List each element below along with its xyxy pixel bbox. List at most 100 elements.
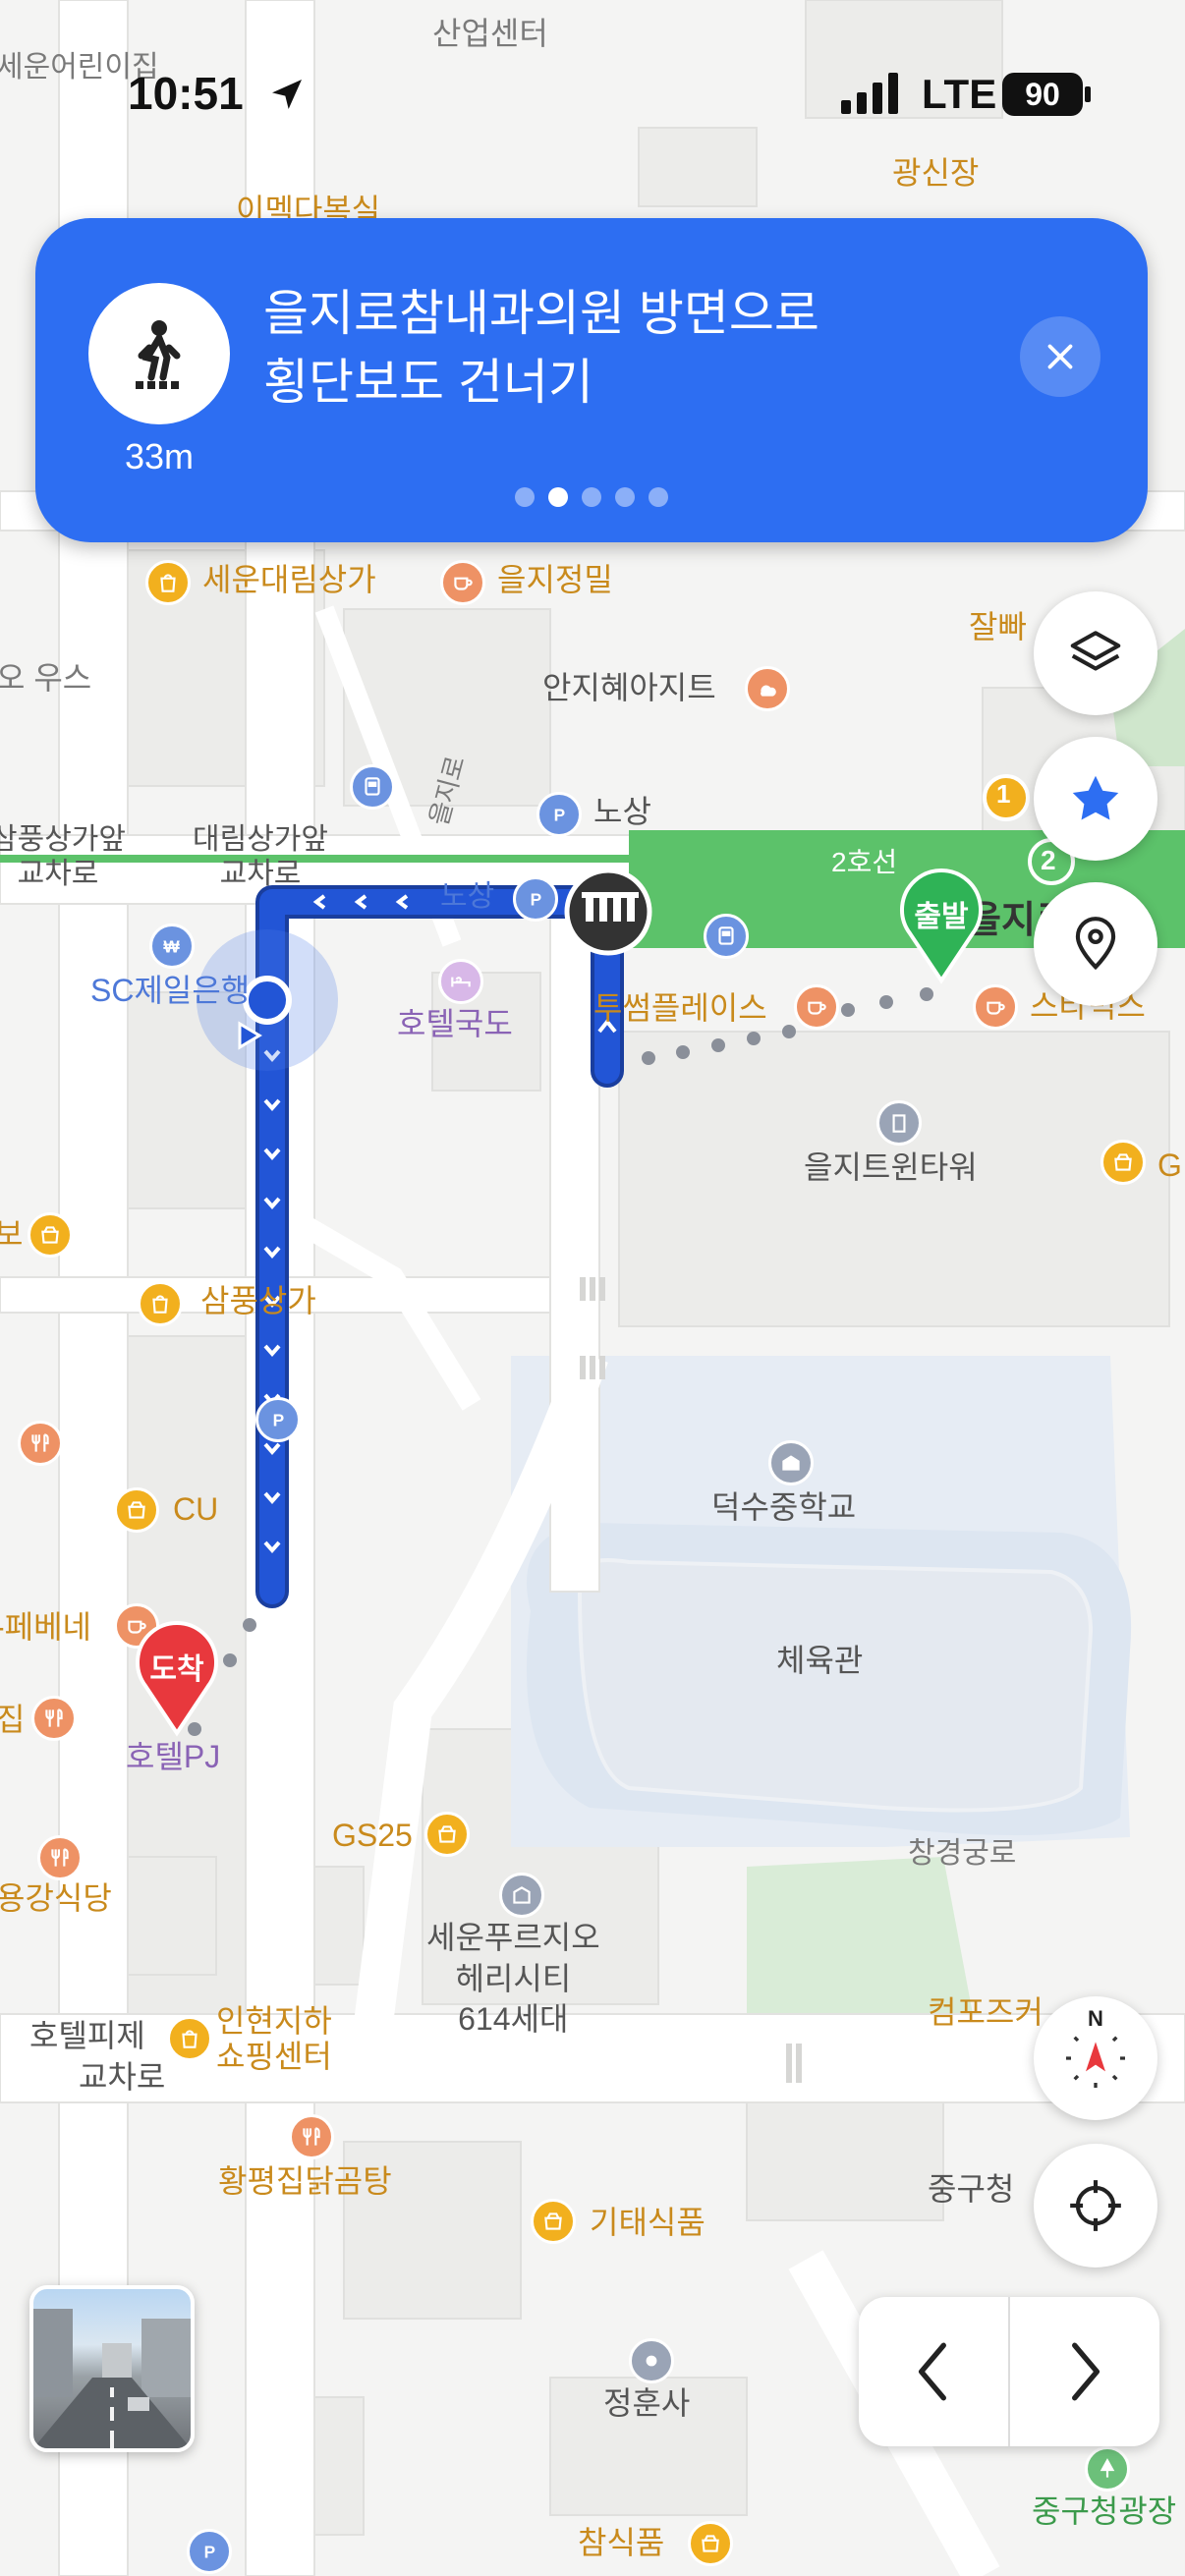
- label-anji-heart: 안지혜아지트: [542, 670, 716, 705]
- restaurant-icon[interactable]: [18, 1421, 63, 1466]
- label-eulji-twin: 을지트윈타워: [804, 1149, 978, 1185]
- page-dot[interactable]: [649, 487, 668, 507]
- label-twosome: 투썸플레이스: [593, 990, 767, 1026]
- svg-text:P: P: [531, 890, 542, 910]
- bus-stop-icon[interactable]: [350, 764, 395, 810]
- store-icon[interactable]: [28, 1212, 73, 1258]
- chevron-left-icon: [918, 2342, 946, 2401]
- label-gs25: GS25: [332, 1818, 413, 1853]
- park-icon[interactable]: [1085, 2446, 1130, 2492]
- label-hotel-pj: 호텔PJ: [126, 1739, 221, 1774]
- label-pebene: -페베네: [0, 1609, 91, 1645]
- instruction-line-1: 을지로참내과의원 방면으로: [263, 286, 819, 341]
- label-gwangsinjang: 광신장: [892, 155, 980, 191]
- step-pager[interactable]: [859, 2297, 1159, 2446]
- store-icon[interactable]: [688, 2521, 733, 2566]
- compass-north: N: [1088, 2006, 1103, 2031]
- label-cu: CU: [173, 1491, 219, 1527]
- layers-button[interactable]: [1034, 591, 1157, 715]
- label-g-right: G: [1157, 1148, 1182, 1183]
- location-pin-button[interactable]: [1034, 882, 1157, 1006]
- page-dot[interactable]: [582, 487, 601, 507]
- start-marker-label: 출발: [914, 901, 969, 933]
- cafe-icon[interactable]: [794, 984, 839, 1030]
- label-compose: 컴포즈커: [928, 1994, 1044, 2030]
- start-marker[interactable]: 출발: [896, 868, 987, 984]
- hotel-icon[interactable]: [438, 959, 483, 1004]
- label-inhyeon: 인현지하 쇼핑센터: [216, 2003, 332, 2074]
- compass-button[interactable]: N: [1034, 1996, 1157, 2120]
- arrival-marker-label: 도착: [149, 1653, 204, 1686]
- prev-step-button[interactable]: [859, 2297, 1008, 2446]
- restaurant-icon[interactable]: [289, 2114, 334, 2159]
- svg-text:P: P: [554, 806, 566, 825]
- label-pijae-cross: 교차로: [79, 2059, 166, 2095]
- page-dot[interactable]: [615, 487, 635, 507]
- instruction-text: 을지로참내과의원 방면으로 횡단보도 건너기: [263, 279, 892, 417]
- label-line2: 2호선: [831, 847, 898, 877]
- star-icon: [1072, 775, 1119, 820]
- label-hwangpyeong: 황평집닭곰탕: [218, 2163, 392, 2199]
- svg-text:₩: ₩: [163, 937, 180, 957]
- line2-badge: 2: [1041, 845, 1056, 875]
- restaurant-icon[interactable]: [31, 1696, 77, 1741]
- store-icon[interactable]: [1100, 1140, 1146, 1185]
- label-euljijeongmil: 을지정밀: [497, 562, 613, 597]
- svg-text:P: P: [204, 2543, 216, 2562]
- label-deoksu: 덕수중학교: [711, 1489, 857, 1525]
- bank-icon[interactable]: ₩: [149, 924, 195, 969]
- battery-cap: [1085, 86, 1091, 102]
- label-jalppa: 잘빠: [969, 609, 1027, 644]
- distance-label: 33m: [124, 436, 195, 476]
- street-view-thumbnail[interactable]: [29, 2285, 195, 2452]
- temple-icon[interactable]: [629, 2338, 674, 2383]
- store-icon[interactable]: [114, 1487, 159, 1533]
- current-location-button[interactable]: [1034, 2144, 1157, 2268]
- page-indicator[interactable]: [515, 487, 668, 507]
- label-jip: 집: [0, 1702, 26, 1737]
- layers-icon: [1070, 631, 1121, 671]
- network-label: LTE: [922, 71, 997, 117]
- label-ano-house: 오 우스: [0, 660, 92, 696]
- favorite-button[interactable]: [1034, 737, 1157, 861]
- label-yonggang: 용강식당: [0, 1880, 112, 1916]
- label-jeonghunsa: 정훈사: [603, 2385, 691, 2421]
- parking-icon[interactable]: P: [536, 792, 582, 837]
- label-gitae: 기태식품: [590, 2205, 705, 2240]
- instruction-line-2: 횡단보도 건너기: [263, 355, 593, 410]
- signal-icon: [841, 73, 902, 114]
- chevron-right-icon: [1072, 2342, 1100, 2401]
- parking-icon[interactable]: P: [187, 2529, 232, 2574]
- parking-icon[interactable]: P: [255, 1397, 301, 1442]
- apartment-icon[interactable]: [499, 1873, 544, 1918]
- label-changgyeonggung: 창경궁로: [908, 1837, 1017, 1870]
- cafe-icon[interactable]: [973, 984, 1018, 1030]
- battery-level: 90: [1025, 76, 1060, 112]
- label-hotel-pijae: 호텔피제: [29, 2018, 145, 2053]
- bus-stop-icon[interactable]: [704, 914, 749, 959]
- restaurant-icon[interactable]: [37, 1835, 83, 1880]
- next-step-button[interactable]: [1010, 2297, 1159, 2446]
- location-pin-icon: [1075, 917, 1116, 971]
- label-hotel-gukdo: 호텔국도: [397, 1006, 513, 1041]
- line1-badge: 1: [996, 779, 1011, 809]
- shopping-icon[interactable]: [138, 1281, 183, 1326]
- building-icon[interactable]: [876, 1100, 922, 1146]
- store-icon[interactable]: [531, 2199, 576, 2244]
- label-industry-center: 산업센터: [432, 16, 548, 51]
- close-button[interactable]: [1020, 316, 1100, 397]
- page-dot-active[interactable]: [548, 487, 568, 507]
- cafe-icon[interactable]: [745, 666, 790, 711]
- cafe-icon[interactable]: [440, 560, 485, 605]
- school-icon[interactable]: [768, 1440, 814, 1485]
- shopping-icon[interactable]: [145, 560, 191, 605]
- page-dot[interactable]: [515, 487, 535, 507]
- label-sampung-mall: 삼풍상가: [200, 1283, 316, 1318]
- label-nosang-p: 노상: [593, 794, 651, 829]
- arrival-marker[interactable]: 도착: [132, 1621, 222, 1737]
- navigation-banner[interactable]: 33m 을지로참내과의원 방면으로 횡단보도 건너기: [35, 218, 1148, 542]
- parking-icon[interactable]: P: [513, 876, 558, 922]
- store-icon[interactable]: [424, 1812, 470, 1857]
- shopping-icon[interactable]: [167, 2016, 212, 2061]
- label-junggu-plaza: 중구청광장: [1032, 2493, 1177, 2529]
